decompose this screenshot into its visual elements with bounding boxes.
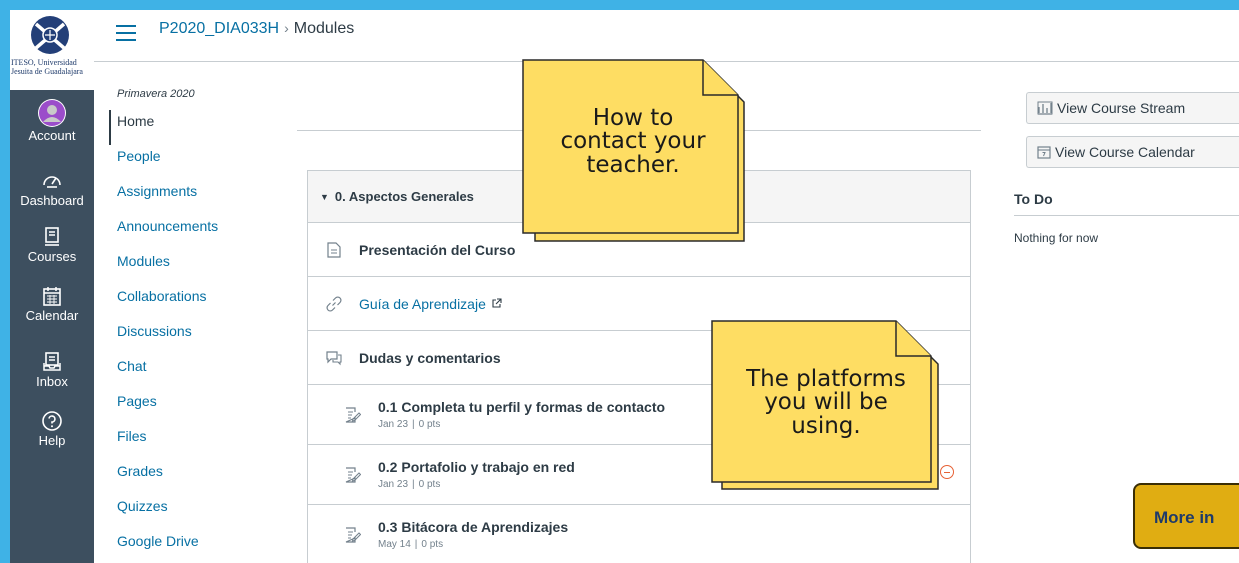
points: 0 pts bbox=[418, 479, 441, 490]
logo-line-2: Jesuita de Guadalajara bbox=[11, 67, 83, 76]
module-item-link-title[interactable]: Guía de Aprendizaje bbox=[359, 296, 486, 312]
assignment-icon bbox=[343, 405, 363, 425]
institution-logo[interactable]: ITESO, Universidad Jesuita de Guadalajar… bbox=[10, 10, 94, 90]
assignment-icon bbox=[343, 465, 363, 485]
view-course-calendar-button[interactable]: View Course Calendar bbox=[1026, 136, 1239, 168]
module-item-title[interactable]: 0.2 Portafolio y trabajo en red bbox=[378, 459, 575, 475]
course-term: Primavera 2020 bbox=[117, 88, 195, 100]
gnav-help-label: Help bbox=[38, 433, 66, 448]
note-line: using. bbox=[791, 412, 861, 439]
todo-divider bbox=[1014, 215, 1239, 216]
link-icon bbox=[324, 294, 344, 314]
breadcrumb-course-link[interactable]: P2020_DIA033H bbox=[159, 20, 279, 37]
course-nav-chat[interactable]: Chat bbox=[117, 355, 267, 390]
logo-line-1: ITESO, Universidad bbox=[11, 58, 77, 67]
course-nav-modules[interactable]: Modules bbox=[117, 250, 267, 285]
module-item-title[interactable]: 0.1 Completa tu perfil y formas de conta… bbox=[378, 399, 665, 415]
collapse-caret-icon[interactable]: ▼ bbox=[320, 192, 329, 202]
course-nav-quizzes[interactable]: Quizzes bbox=[117, 495, 267, 530]
calendar-icon bbox=[43, 287, 61, 306]
gnav-calendar-label: Calendar bbox=[25, 308, 79, 323]
module-item-meta: Jan 23 | 0 pts bbox=[378, 479, 441, 490]
course-nav: Primavera 2020 Home People Assignments A… bbox=[109, 88, 267, 563]
breadcrumb-current-page: Modules bbox=[293, 20, 355, 37]
more-info-button[interactable]: More in bbox=[1133, 483, 1239, 549]
page-icon bbox=[324, 240, 344, 260]
calendar-small-icon bbox=[1037, 145, 1051, 159]
stream-icon bbox=[1037, 101, 1053, 115]
assignment-icon bbox=[343, 525, 363, 545]
sticky-note-contact: How to contact your teacher. bbox=[522, 59, 748, 245]
breadcrumb: P2020_DIA033H › Modules bbox=[159, 20, 354, 38]
discussion-icon bbox=[324, 348, 344, 368]
points: 0 pts bbox=[421, 539, 444, 550]
gnav-dashboard[interactable]: Dashboard bbox=[10, 170, 94, 208]
note-line: teacher. bbox=[586, 151, 680, 178]
courses-icon bbox=[45, 227, 59, 246]
course-nav-people[interactable]: People bbox=[117, 145, 267, 180]
lms-window: ITESO, Universidad Jesuita de Guadalajar… bbox=[10, 10, 1239, 563]
gnav-inbox-label: Inbox bbox=[36, 374, 68, 389]
avatar-icon bbox=[38, 99, 66, 127]
course-nav-google-drive[interactable]: Google Drive bbox=[117, 530, 267, 563]
todo-heading: To Do bbox=[1014, 191, 1053, 207]
course-nav-announcements[interactable]: Announcements bbox=[117, 215, 267, 250]
logo-mark-icon bbox=[31, 16, 69, 54]
due-date: Jan 23 bbox=[378, 479, 409, 490]
module-title: 0. Aspectos Generales bbox=[334, 189, 474, 204]
global-nav: ITESO, Universidad Jesuita de Guadalajar… bbox=[10, 10, 94, 563]
due-date: May 14 bbox=[378, 539, 411, 550]
todo-empty-message: Nothing for now bbox=[1014, 231, 1099, 245]
module-item-title[interactable]: 0.3 Bitácora de Aprendizajes bbox=[378, 519, 568, 535]
page-header: P2020_DIA033H › Modules bbox=[94, 10, 1239, 62]
gnav-inbox[interactable]: Inbox bbox=[10, 351, 94, 389]
note-line: The platforms bbox=[746, 366, 906, 392]
note-line: you will be bbox=[764, 389, 888, 416]
course-nav-assignments[interactable]: Assignments bbox=[117, 180, 267, 215]
module-item-assignment[interactable]: 0.3 Bitácora de Aprendizajes May 14 | 0 pt… bbox=[308, 505, 970, 563]
gnav-courses[interactable]: Courses bbox=[10, 226, 94, 264]
module-item-title[interactable]: Presentación del Curso bbox=[359, 242, 515, 258]
gnav-calendar[interactable]: Calendar bbox=[10, 285, 94, 323]
gnav-dashboard-label: Dashboard bbox=[20, 193, 84, 208]
points: 0 pts bbox=[418, 419, 441, 430]
course-nav-discussions[interactable]: Discussions bbox=[117, 320, 267, 355]
course-nav-files[interactable]: Files bbox=[117, 425, 267, 460]
gnav-account[interactable]: Account bbox=[10, 99, 94, 143]
help-icon bbox=[42, 411, 62, 431]
view-course-stream-button[interactable]: View Course Stream bbox=[1026, 92, 1239, 124]
module-item-meta: Jan 23 | 0 pts bbox=[378, 419, 441, 430]
breadcrumb-separator: › bbox=[284, 20, 289, 36]
gnav-account-label: Account bbox=[28, 128, 76, 143]
course-nav-home[interactable]: Home bbox=[109, 110, 267, 145]
due-date: Jan 23 bbox=[378, 419, 409, 430]
sticky-note-platforms: The platforms you will be using. bbox=[711, 320, 942, 493]
view-course-stream-label: View Course Stream bbox=[1057, 100, 1186, 116]
course-nav-collaborations[interactable]: Collaborations bbox=[117, 285, 267, 320]
hamburger-menu-icon[interactable] bbox=[115, 24, 137, 42]
course-nav-grades[interactable]: Grades bbox=[117, 460, 267, 495]
external-link-icon[interactable] bbox=[492, 295, 502, 313]
dashboard-icon bbox=[43, 176, 61, 188]
gnav-courses-label: Courses bbox=[27, 249, 77, 264]
course-nav-pages[interactable]: Pages bbox=[117, 390, 267, 425]
module-item-meta: May 14 | 0 pts bbox=[378, 539, 444, 550]
note-line: How to bbox=[592, 105, 674, 131]
incomplete-status-icon bbox=[940, 465, 954, 479]
view-course-calendar-label: View Course Calendar bbox=[1055, 144, 1195, 160]
inbox-icon bbox=[43, 352, 61, 371]
gnav-help[interactable]: Help bbox=[10, 410, 94, 448]
note-line: contact your bbox=[560, 128, 706, 155]
module-item-title[interactable]: Dudas y comentarios bbox=[359, 350, 501, 366]
